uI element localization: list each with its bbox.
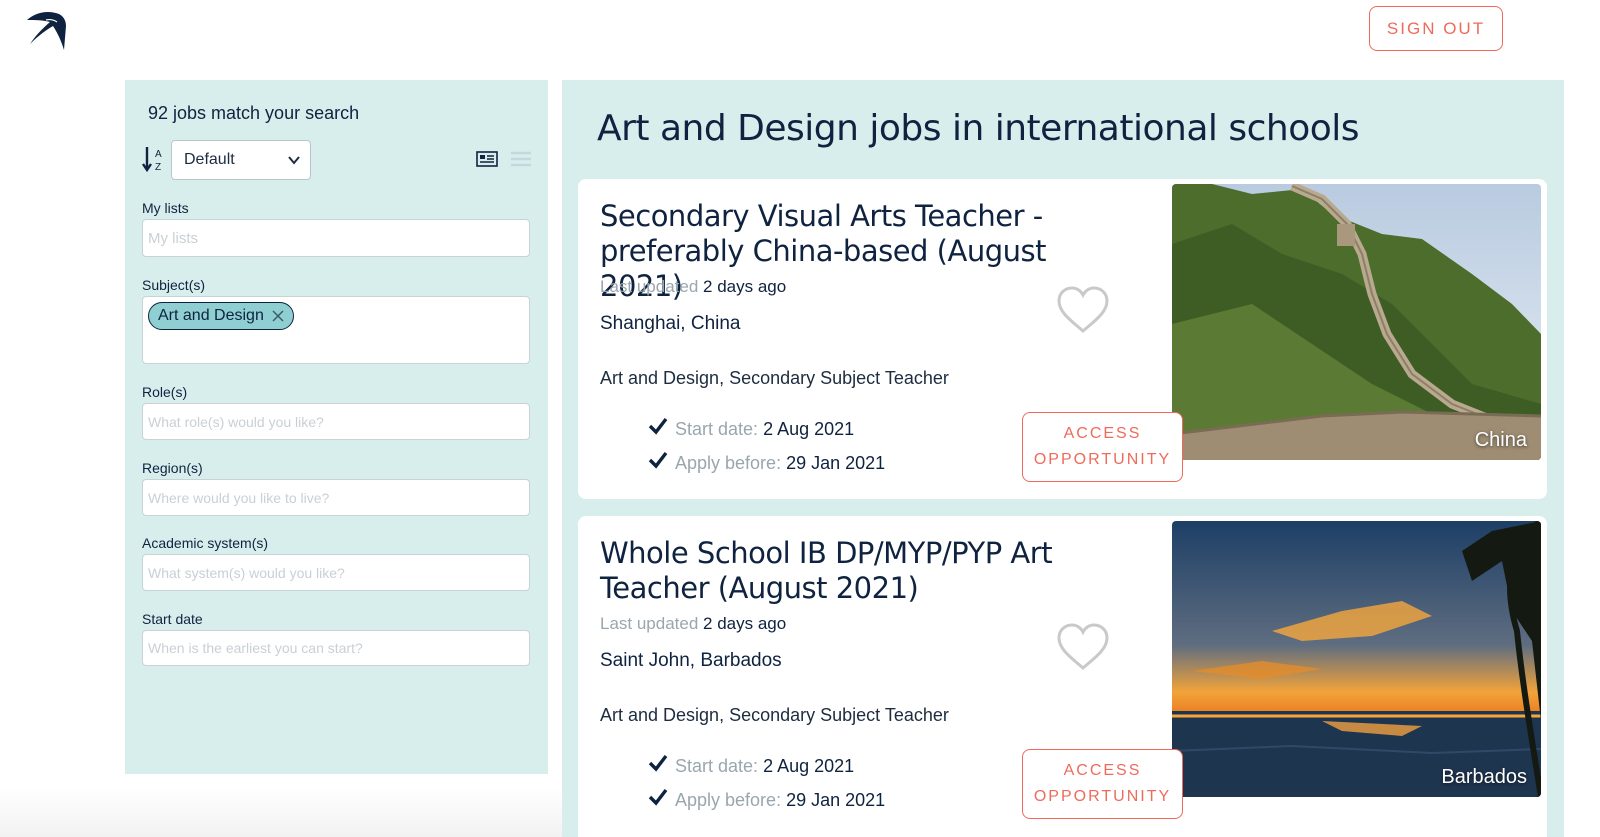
apply-before-value: 29 Jan 2021 [786,790,886,810]
start-date-row: Start date: 2 Aug 2021 [675,419,854,440]
results-count: 92 jobs match your search [148,103,360,123]
chevron-down-icon [288,156,300,165]
subjects-input[interactable]: Art and Design [142,296,530,364]
academic-system-label: Academic system(s) [142,535,269,551]
sort-selected-value: Default [184,151,235,168]
my-lists-placeholder: My lists [148,229,198,247]
academic-system-placeholder: What system(s) would you like? [148,564,345,581]
apply-before-row: Apply before: 29 Jan 2021 [675,790,885,811]
job-card[interactable]: Secondary Visual Arts Teacher - preferab… [578,179,1547,499]
job-list-panel: Art and Design jobs in international sch… [562,80,1564,837]
swallow-logo-icon[interactable] [26,8,68,52]
job-location: Shanghai, China [600,313,741,334]
heart-icon[interactable] [1055,285,1111,335]
start-date-row: Start date: 2 Aug 2021 [675,756,854,777]
filter-sidebar: 92 jobs match your search A Z Default My… [125,80,548,774]
subject-tag-art-and-design[interactable]: Art and Design [148,302,294,330]
roles-label: Role(s) [142,384,188,400]
check-icon [648,788,668,806]
last-updated: Last updated 2 days ago [600,614,786,634]
start-date-input[interactable]: When is the earliest you can start? [142,630,530,666]
check-icon [648,417,668,435]
check-icon [648,451,668,469]
list-view-icon[interactable] [511,151,531,167]
access-label-line2: OPPORTUNITY [1033,788,1172,805]
country-label: Barbados [1441,766,1527,788]
academic-system-input[interactable]: What system(s) would you like? [142,554,530,591]
access-opportunity-button[interactable]: ACCESS OPPORTUNITY [1022,749,1183,819]
great-wall-photo [1172,184,1541,460]
apply-before-label: Apply before: [675,790,782,810]
job-subjects: Art and Design, Secondary Subject Teache… [600,705,949,725]
subjects-label: Subject(s) [142,277,206,293]
last-updated-value: 2 days ago [703,614,787,633]
heart-icon[interactable] [1055,622,1111,672]
regions-placeholder: Where would you like to live? [148,489,330,506]
job-location: Saint John, Barbados [600,650,782,671]
last-updated: Last updated 2 days ago [600,277,786,297]
location-photo[interactable]: China [1172,184,1541,460]
svg-text:A: A [155,149,162,160]
access-opportunity-button[interactable]: ACCESS OPPORTUNITY [1022,412,1183,482]
start-date-row-value: 2 Aug 2021 [763,419,855,439]
apply-before-row: Apply before: 29 Jan 2021 [675,453,885,474]
sort-select[interactable]: Default [171,140,311,180]
subject-tag-label: Art and Design [158,307,264,324]
start-date-placeholder: When is the earliest you can start? [148,640,363,656]
access-label-line1: ACCESS [1063,762,1142,779]
regions-input[interactable]: Where would you like to live? [142,479,530,516]
sunset-beach-photo [1172,521,1541,797]
start-date-row-value: 2 Aug 2021 [763,756,855,776]
start-date-row-label: Start date: [675,419,759,439]
sort-az-icon: A Z [142,147,162,173]
job-subjects: Art and Design, Secondary Subject Teache… [600,368,949,388]
last-updated-label: Last updated [600,277,699,296]
country-label: China [1474,429,1527,451]
last-updated-label: Last updated [600,614,699,633]
regions-label: Region(s) [142,460,203,476]
grid-view-icon[interactable] [476,151,498,167]
location-photo[interactable]: Barbados [1172,521,1541,797]
roles-input[interactable]: What role(s) would you like? [142,403,530,440]
my-lists-input[interactable]: My lists [142,219,530,257]
apply-before-value: 29 Jan 2021 [786,453,886,473]
start-date-label: Start date [142,611,203,627]
job-title[interactable]: Whole School IB DP/MYP/PYP Art Teacher (… [600,536,1130,606]
page-title: Art and Design jobs in international sch… [597,108,1360,149]
page-footer-fade [0,787,562,837]
svg-text:Z: Z [155,162,161,173]
start-date-row-label: Start date: [675,756,759,776]
sign-out-button[interactable]: SIGN OUT [1369,6,1503,51]
last-updated-value: 2 days ago [703,277,787,296]
access-label-line1: ACCESS [1063,425,1142,442]
check-icon [648,754,668,772]
apply-before-label: Apply before: [675,453,782,473]
my-lists-label: My lists [142,200,189,216]
job-card[interactable]: Whole School IB DP/MYP/PYP Art Teacher (… [578,516,1547,837]
access-label-line2: OPPORTUNITY [1033,451,1172,468]
roles-placeholder: What role(s) would you like? [148,413,324,430]
close-icon[interactable] [272,310,284,322]
